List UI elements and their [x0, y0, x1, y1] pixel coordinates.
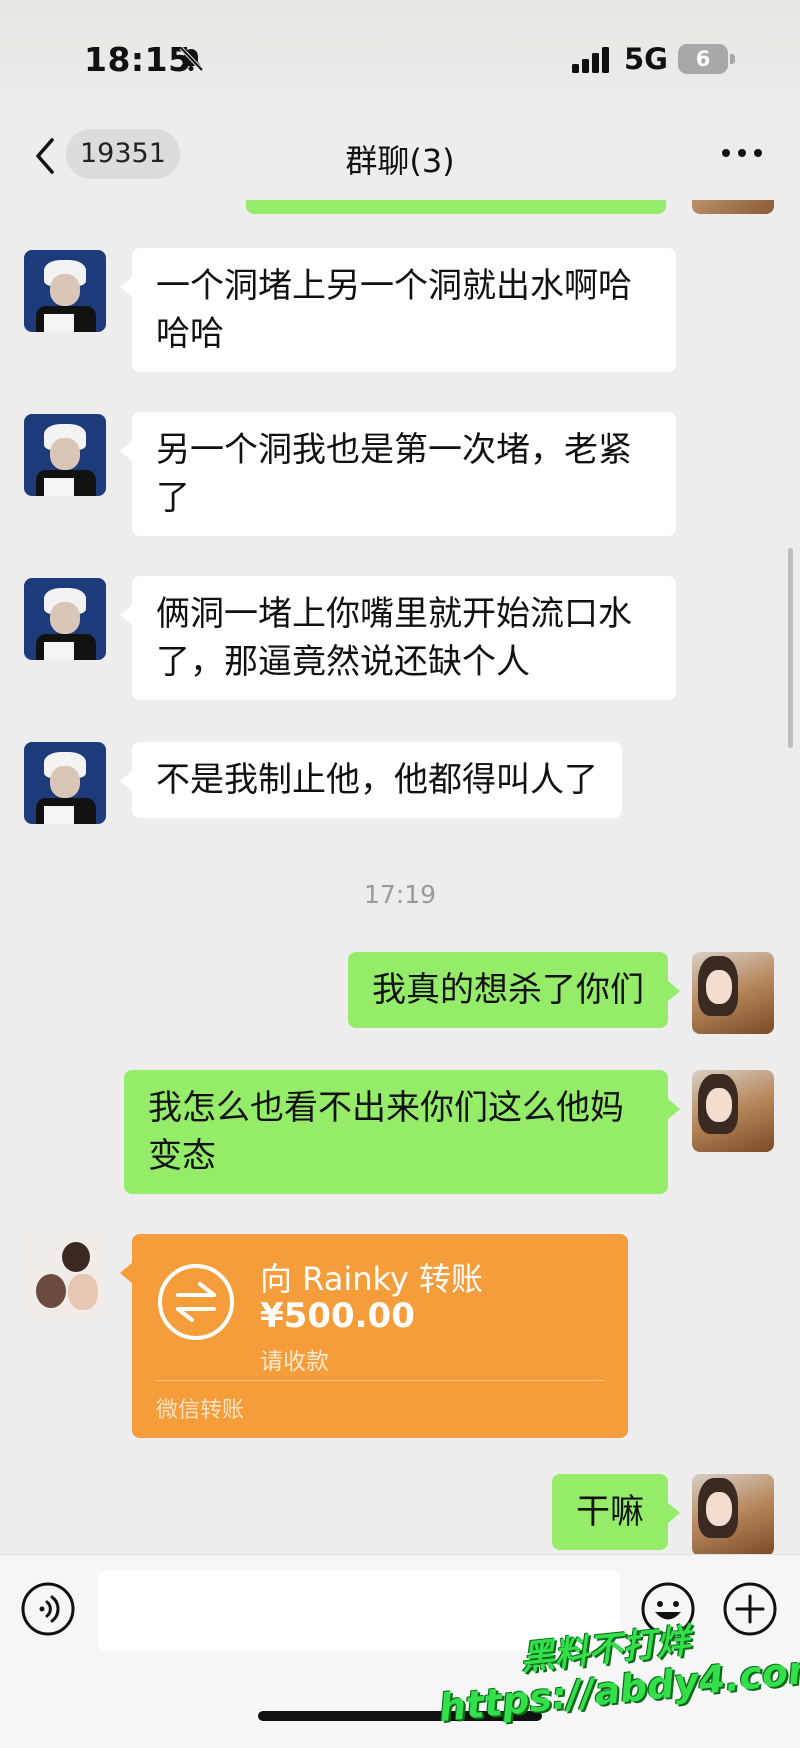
voice-icon[interactable] [20, 1581, 76, 1637]
status-bar: 18:15 5G 6 [0, 0, 800, 110]
nav-bar: 19351 群聊(3) [0, 110, 800, 200]
message-bubble[interactable]: 另一个洞我也是第一次堵，老紧了 [120, 412, 676, 536]
transfer-footer: 微信转账 [156, 1398, 245, 1423]
partial-message-bubble [246, 200, 666, 214]
scrollbar[interactable] [788, 548, 793, 748]
transfer-amount: ¥500.00 [260, 1296, 415, 1336]
chat-title: 群聊(3) [345, 142, 455, 180]
bell-muted-icon [179, 46, 204, 72]
my-avatar[interactable] [692, 1474, 774, 1554]
network-type: 5G [624, 42, 668, 76]
transfer-title: 向 Rainky 转账 [260, 1260, 483, 1298]
signal-icon [572, 47, 609, 73]
sender-avatar[interactable] [24, 742, 106, 824]
chat-messages[interactable]: 一个洞堵上另一个洞就出水啊哈哈哈 另一个洞我也是第一次堵，老紧了 俩洞一堵上你嘴… [0, 200, 800, 1554]
my-avatar[interactable] [692, 1070, 774, 1152]
message-bubble[interactable]: 一个洞堵上另一个洞就出水啊哈哈哈 [120, 248, 676, 372]
status-time: 18:15 [84, 40, 192, 79]
battery-icon: 6 [678, 44, 736, 76]
message-bubble[interactable]: 俩洞一堵上你嘴里就开始流口水了，那逼竟然说还缺个人 [120, 576, 676, 700]
transfer-divider [156, 1380, 604, 1381]
transfer-icon [158, 1264, 234, 1340]
sender-avatar[interactable] [24, 250, 106, 332]
transfer-note: 请收款 [260, 1349, 329, 1375]
my-message-bubble[interactable]: 我真的想杀了你们 [348, 952, 680, 1028]
sender-avatar[interactable] [24, 578, 106, 660]
sender-avatar[interactable] [24, 1234, 106, 1316]
sender-avatar[interactable] [24, 414, 106, 496]
battery-level: 6 [678, 44, 728, 74]
my-message-bubble[interactable]: 干嘛 [552, 1474, 680, 1550]
message-bubble[interactable]: 不是我制止他，他都得叫人了 [120, 742, 622, 818]
plus-icon[interactable] [722, 1581, 778, 1637]
my-message-bubble[interactable]: 我怎么也看不出来你们这么他妈变态 [124, 1070, 680, 1194]
partial-avatar [692, 200, 774, 214]
transfer-card[interactable]: 向 Rainky 转账 ¥500.00 请收款 微信转账 [120, 1234, 628, 1438]
my-avatar[interactable] [692, 952, 774, 1034]
message-timestamp: 17:19 [363, 880, 437, 909]
more-icon[interactable] [720, 146, 764, 160]
